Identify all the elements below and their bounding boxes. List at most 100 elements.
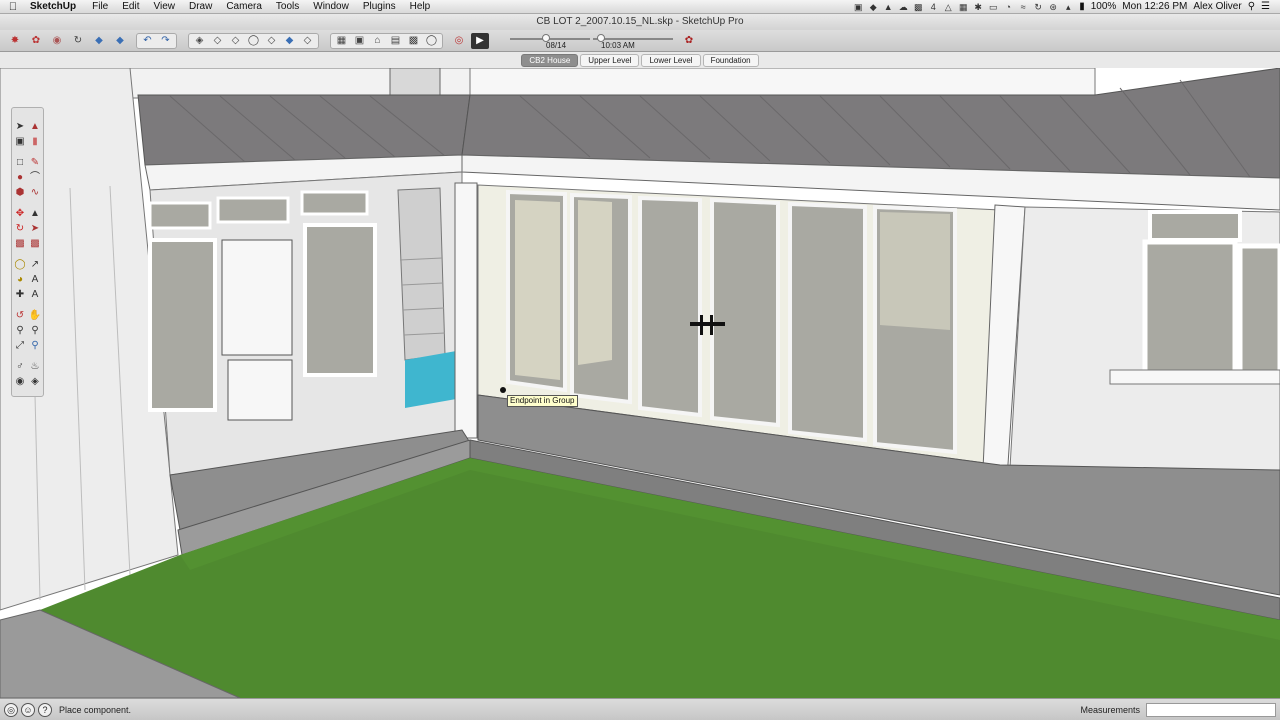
xray-icon[interactable]: ▦ — [333, 33, 350, 49]
zoom-window-icon[interactable]: ⚲ — [28, 324, 42, 338]
menu-plugins[interactable]: Plugins — [356, 1, 403, 12]
clock[interactable]: Mon 12:26 PM — [1122, 1, 1187, 12]
puzzle-icon[interactable]: ▩ — [913, 2, 923, 12]
apple-menu-icon[interactable]:  — [0, 1, 26, 13]
hidden-line-icon[interactable]: ⌂ — [369, 33, 386, 49]
bell-icon[interactable]: ◆ — [868, 2, 878, 12]
tab-foundation[interactable]: Foundation — [702, 53, 759, 67]
share-model-icon[interactable]: ◉ — [48, 33, 66, 49]
previous-view-icon[interactable]: ⚲ — [28, 339, 42, 353]
back-view-icon[interactable]: ◇ — [263, 33, 280, 49]
cloud-icon[interactable]: ☁ — [898, 2, 908, 12]
instructor-help-icon[interactable]: ? — [38, 702, 52, 717]
make-component-icon[interactable]: ▣ — [13, 135, 27, 149]
dimension-icon[interactable]: ↗ — [28, 258, 42, 272]
component-icon[interactable]: ✸ — [6, 33, 24, 49]
credits-icon[interactable]: ☺ — [21, 702, 35, 717]
menu-file[interactable]: File — [85, 1, 115, 12]
redo-icon[interactable]: ↷ — [157, 33, 174, 49]
left-view-icon[interactable]: ◆ — [281, 33, 298, 49]
monitor-icon[interactable]: ▭ — [988, 2, 998, 12]
3d-text-icon[interactable]: A — [28, 288, 42, 302]
bluetooth-alt-icon[interactable]: ⊛ — [1048, 2, 1058, 12]
airplay-icon[interactable]: △ — [943, 2, 953, 12]
menu-window[interactable]: Window — [306, 1, 356, 12]
sync-icon[interactable]: ↻ — [1033, 2, 1043, 12]
arc-icon[interactable]: ⌒ — [28, 171, 42, 185]
shadow-time-slider[interactable]: 10:03 AM — [593, 32, 673, 50]
shaded-icon[interactable]: ▤ — [387, 33, 404, 49]
bottom-view-icon[interactable]: ◇ — [299, 33, 316, 49]
model-viewport[interactable]: Endpoint in Group — [0, 68, 1280, 698]
follow-me-icon[interactable]: ➤ — [28, 222, 42, 236]
measurements-input[interactable] — [1146, 702, 1276, 717]
push-pull-icon[interactable]: ▲ — [28, 207, 42, 221]
ruby-console-icon[interactable]: ✿ — [680, 33, 698, 49]
geo-location-icon[interactable]: ◎ — [4, 702, 18, 717]
pan-icon[interactable]: ✋ — [28, 309, 42, 323]
undo-icon[interactable]: ↶ — [139, 33, 156, 49]
orbit-tool-icon[interactable]: ↺ — [13, 309, 27, 323]
volume-icon[interactable]: ▴ — [1063, 2, 1073, 12]
select-arrow-icon[interactable]: ➤ — [13, 120, 27, 134]
menu-view[interactable]: View — [146, 1, 182, 12]
wireframe-icon[interactable]: ▣ — [351, 33, 368, 49]
rotate-icon[interactable]: ↻ — [13, 222, 27, 236]
zoom-icon[interactable]: ⚲ — [13, 324, 27, 338]
user-name[interactable]: Alex Oliver — [1193, 1, 1241, 12]
text-icon[interactable]: A — [28, 273, 42, 287]
zoom-extents-icon[interactable]: ⤢ — [13, 339, 27, 353]
protractor-icon[interactable]: ◕ — [13, 273, 27, 287]
eraser-icon[interactable]: ▮ — [28, 135, 42, 149]
position-camera-icon[interactable]: ♂ — [13, 360, 27, 374]
play-animation-icon[interactable]: ▶ — [471, 32, 489, 49]
menu-edit[interactable]: Edit — [115, 1, 146, 12]
freehand-icon[interactable]: ∿ — [28, 186, 42, 200]
top-view-icon[interactable]: ◇ — [209, 33, 226, 49]
look-around-icon[interactable]: ◉ — [13, 375, 27, 389]
paint-bucket-icon[interactable]: ▲ — [28, 120, 42, 134]
camera-icon[interactable]: ▣ — [853, 2, 863, 12]
circle-icon[interactable]: ● — [13, 171, 27, 185]
move-icon[interactable]: ✥ — [13, 207, 27, 221]
monochrome-icon[interactable]: ◯ — [423, 33, 440, 49]
mac-menubar:  SketchUp File Edit View Draw Camera To… — [0, 0, 1280, 14]
front-view-icon[interactable]: ◇ — [227, 33, 244, 49]
rectangle-icon[interactable]: □ — [13, 156, 27, 170]
wifi-icon[interactable]: ≈ — [1018, 2, 1028, 12]
menu-tools[interactable]: Tools — [269, 1, 306, 12]
dropbox-icon[interactable]: ▲ — [883, 2, 893, 12]
bluetooth-icon[interactable]: ✱ — [973, 2, 983, 12]
tab-cb2-house[interactable]: CB2 House — [521, 53, 579, 67]
timemachine-icon[interactable]: ◔ — [1003, 2, 1013, 12]
tab-lower-level[interactable]: Lower Level — [641, 53, 701, 67]
axes-icon[interactable]: ✚ — [13, 288, 27, 302]
notification-list-icon[interactable]: ☰ — [1261, 1, 1270, 12]
offset-icon[interactable]: ▩ — [28, 237, 42, 251]
menu-help[interactable]: Help — [403, 1, 438, 12]
walk-icon[interactable]: ♨ — [28, 360, 42, 374]
orbit-icon[interactable]: ↻ — [69, 33, 87, 49]
spotlight-search-icon[interactable]: ⚲ — [1248, 1, 1255, 12]
extension-icon[interactable]: ◆ — [90, 33, 108, 49]
menu-camera[interactable]: Camera — [219, 1, 269, 12]
right-view-icon[interactable]: ◯ — [245, 33, 262, 49]
menu-app-name[interactable]: SketchUp — [26, 1, 85, 12]
section-plane-tool-icon[interactable]: ◈ — [28, 375, 42, 389]
face-style-group: ▦ ▣ ⌂ ▤ ▩ ◯ — [330, 32, 443, 49]
tape-measure-icon[interactable]: ◯ — [13, 258, 27, 272]
extension-alt-icon[interactable]: ◆ — [111, 33, 129, 49]
battery-icon[interactable]: ▮ — [1079, 1, 1085, 12]
scale-icon[interactable]: ▩ — [13, 237, 27, 251]
grid-icon[interactable]: ▦ — [958, 2, 968, 12]
menu-draw[interactable]: Draw — [182, 1, 219, 12]
inference-tooltip: Endpoint in Group — [507, 395, 578, 407]
line-pencil-icon[interactable]: ✎ — [28, 156, 42, 170]
section-plane-icon[interactable]: ◎ — [450, 33, 468, 49]
tab-upper-level[interactable]: Upper Level — [580, 53, 640, 67]
shaded-textures-icon[interactable]: ▩ — [405, 33, 422, 49]
iso-view-icon[interactable]: ◈ — [191, 33, 208, 49]
warehouse-icon[interactable]: ✿ — [27, 33, 45, 49]
polygon-icon[interactable]: ⬢ — [13, 186, 27, 200]
shadow-date-slider[interactable]: 08/14 — [510, 32, 590, 50]
